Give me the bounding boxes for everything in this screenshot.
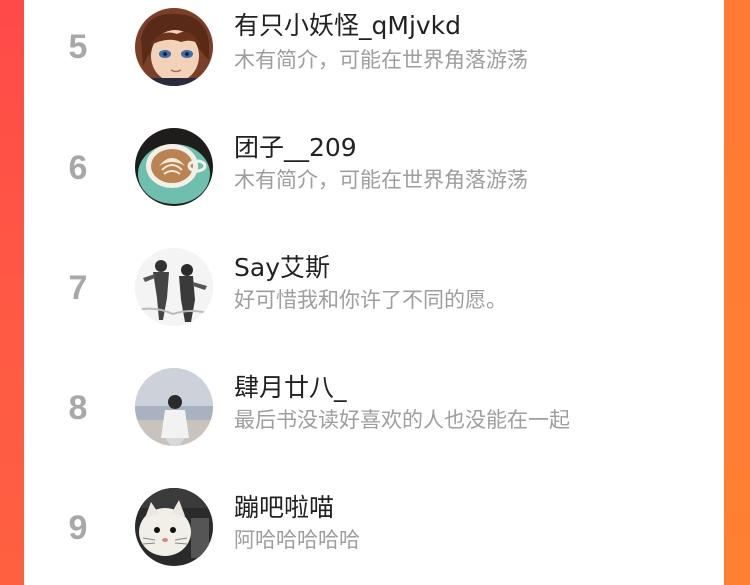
rank-number: 7 [68,269,88,307]
rank-number: 9 [68,509,88,547]
rank-number: 8 [68,389,88,427]
user-name[interactable]: 团子__209 [234,132,357,164]
user-bio: 木有简介，可能在世界角落游荡 [234,48,528,72]
seaside-person-avatar[interactable] [135,368,213,446]
list-item[interactable]: 6 团子__209 木有简介，可能在世界角落游荡 [24,118,724,218]
user-bio: 好可惜我和你许了不同的愿。 [234,288,507,312]
rank-number: 5 [68,28,88,66]
list-item[interactable]: 7 Say艾斯 好可惜我和你许了不同的愿。 [24,238,724,338]
coffee-cup-avatar[interactable] [135,128,213,206]
ranking-list: 5 有只小妖怪_qMjvkd 木有简介，可能在世界角落游荡 6 团子__209 … [24,0,724,585]
list-item[interactable]: 9 蹦吧啦喵 阿哈哈哈哈哈 [24,478,724,578]
user-name[interactable]: Say艾斯 [234,252,330,284]
user-bio: 阿哈哈哈哈哈 [234,528,360,552]
user-bio: 木有简介，可能在世界角落游荡 [234,168,528,192]
list-item[interactable]: 5 有只小妖怪_qMjvkd 木有简介，可能在世界角落游荡 [24,0,724,98]
anime-boy-avatar[interactable] [135,8,213,86]
user-name[interactable]: 有只小妖怪_qMjvkd [234,10,461,42]
right-gradient-edge [724,0,750,585]
sketch-couple-avatar[interactable] [135,248,213,326]
left-gradient-edge [0,0,24,585]
cat-avatar[interactable] [135,488,213,566]
user-bio: 最后书没读好喜欢的人也没能在一起 [234,408,570,432]
user-name[interactable]: 肆月廿八_ [234,372,347,404]
user-name[interactable]: 蹦吧啦喵 [234,492,334,524]
list-item[interactable]: 8 肆月廿八_ 最后书没读好喜欢的人也没能在一起 [24,358,724,458]
rank-number: 6 [68,149,88,187]
